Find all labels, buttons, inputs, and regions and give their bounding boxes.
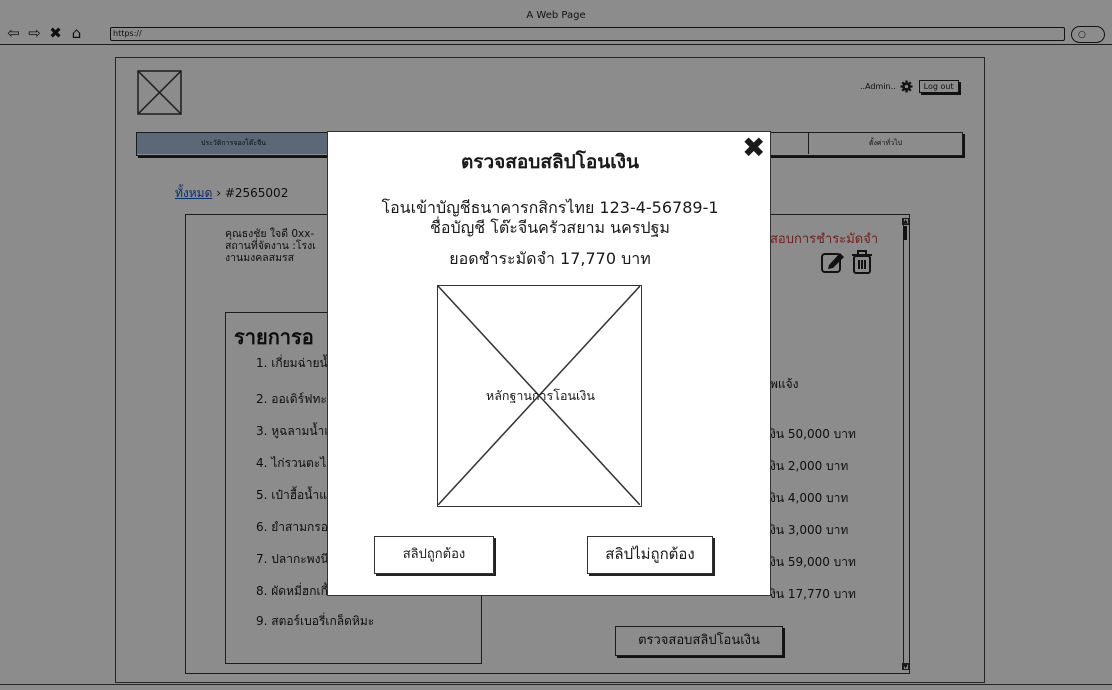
- slip-incorrect-button[interactable]: สลิปไม่ถูกต้อง: [587, 536, 713, 574]
- close-icon[interactable]: ✖: [742, 134, 765, 162]
- deposit-amount: ยอดชำระมัดจำ 17,770 บาท: [449, 249, 651, 268]
- slip-image-placeholder: หลักฐานการโอนเงิน: [437, 285, 642, 507]
- slip-caption: หลักฐานการโอนเงิน: [486, 388, 595, 403]
- modal-title: ตรวจสอบสลิปโอนเงิน: [460, 151, 640, 173]
- slip-verification-modal: ตรวจสอบสลิปโอนเงิน ✖ โอนเข้าบัญชีธนาคารก…: [327, 131, 771, 596]
- account-name: ชื่อบัญชี โต๊ะจีนครัวสยาม นครปฐม: [430, 218, 670, 237]
- slip-correct-button[interactable]: สลิปถูกต้อง: [374, 536, 494, 574]
